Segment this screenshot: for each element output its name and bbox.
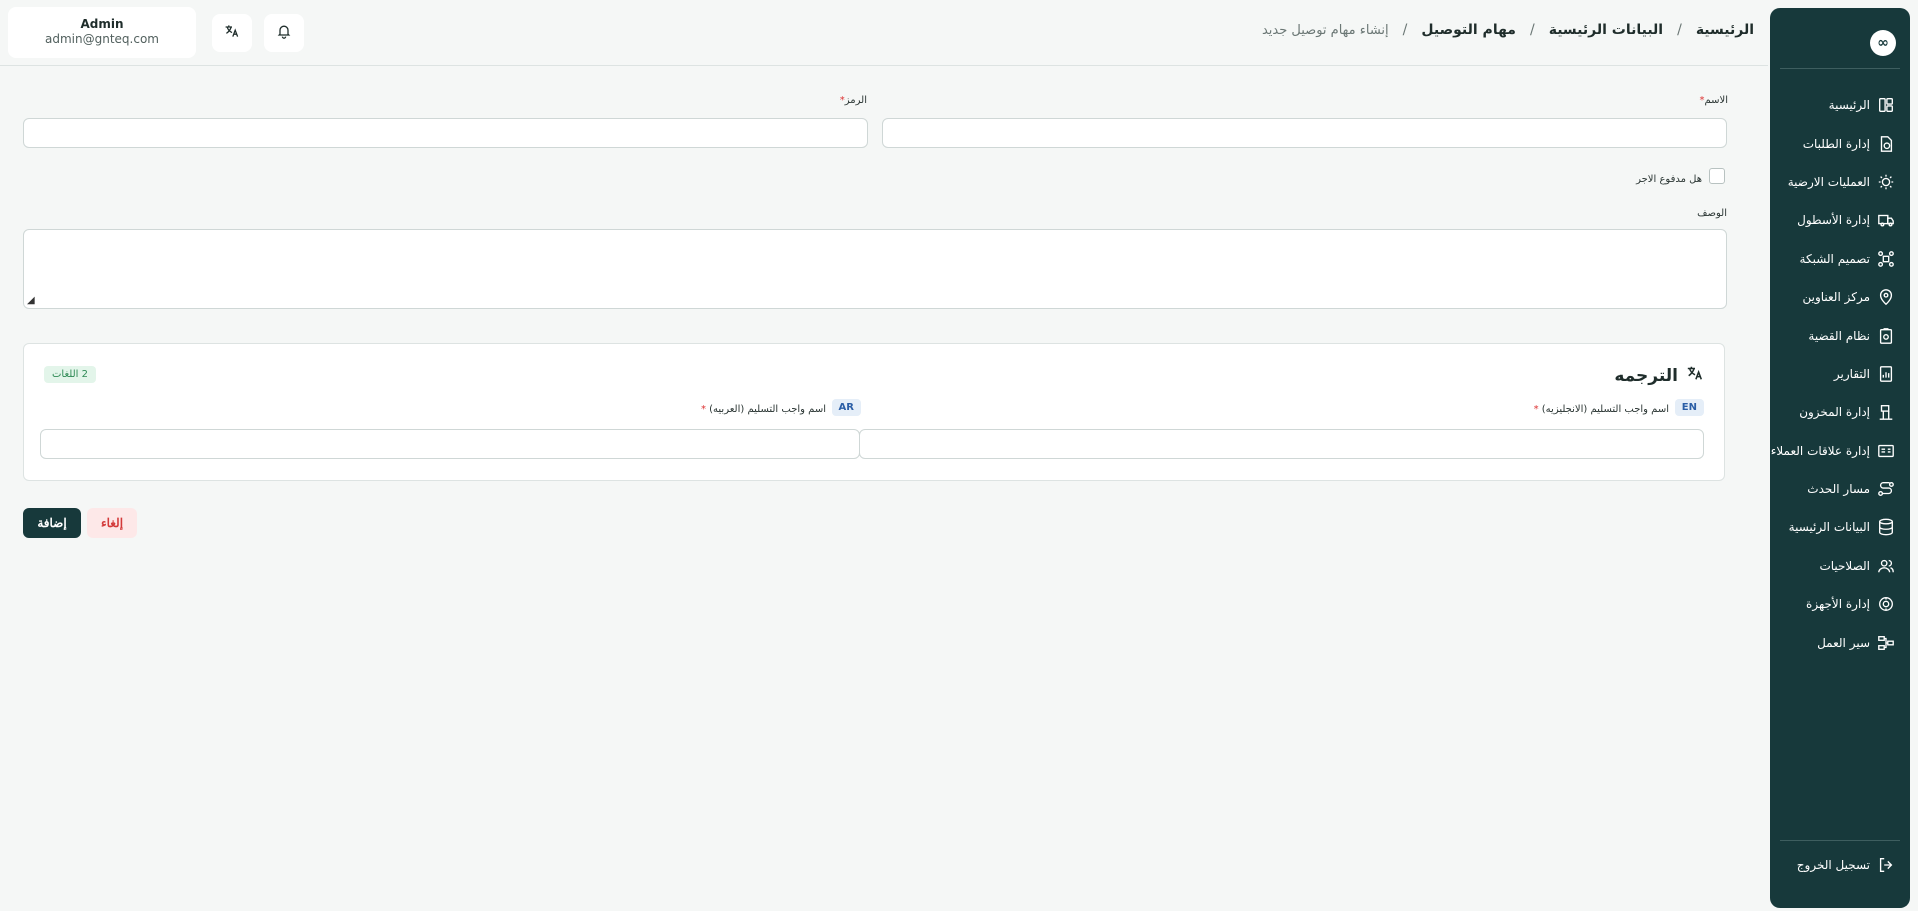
sidebar-item-label: إدارة المخزون [1799,405,1870,420]
is-paid-label: هل مدفوع الاجر [1636,174,1702,185]
translate-icon [1686,364,1704,387]
sidebar-item-label: الصلاحيات [1819,558,1870,573]
add-button[interactable]: إضافة [23,508,81,538]
case-icon [1876,326,1896,346]
breadcrumb-separator: / [1529,22,1535,38]
sidebar-item-master-data[interactable]: البيانات الرئيسية [1770,508,1910,546]
sidebar-item-orders[interactable]: إدارة الطلبات [1770,124,1910,162]
breadcrumb-separator: / [1402,22,1408,38]
truck-icon [1876,210,1896,230]
language-button[interactable] [212,14,252,52]
sidebar-nav: الرئيسية إدارة الطلبات العمليات الارضية … [1770,86,1910,662]
breadcrumb-current: إنشاء مهام توصيل جديد [1261,22,1389,38]
languages-count-badge: 2 اللغات [44,366,96,383]
is-paid-checkbox[interactable] [1709,168,1725,184]
users-icon [1876,556,1896,576]
translate-icon [224,23,240,43]
sidebar-item-label: سير العمل [1817,635,1870,650]
sidebar-item-network[interactable]: تصميم الشبكة [1770,240,1910,278]
sidebar-item-event-route[interactable]: مسار الحدث [1770,470,1910,508]
app-logo[interactable]: ∞ [1870,30,1896,56]
translation-title-text: الترجمه [1614,365,1678,386]
breadcrumb-delivery-tasks[interactable]: مهام التوصيل [1421,22,1516,38]
user-menu[interactable]: Admin admin@gnteq.com [8,7,196,58]
route-icon [1876,479,1896,499]
translation-card: الترجمه 2 اللغات EN اسم واجب التسليم (ال… [23,343,1725,481]
description-textarea[interactable]: ◢ [23,229,1727,309]
reports-icon [1876,364,1896,384]
sidebar-item-label: العمليات الارضية [1787,174,1870,189]
workflow-icon [1876,633,1896,653]
lang-badge-ar: AR [831,399,861,416]
ar-name-input[interactable] [40,429,860,459]
sidebar-item-inventory[interactable]: إدارة المخزون [1770,393,1910,431]
en-name-label: اسم واجب التسليم (الانجليزيه) * [1533,404,1669,415]
breadcrumb: الرئيسية / البيانات الرئيسية / مهام التو… [1262,22,1754,38]
logout-label: تسجيل الخروج [1796,857,1870,872]
sidebar-item-label: مسار الحدث [1807,482,1870,497]
sidebar-item-label: إدارة الطلبات [1802,136,1870,151]
breadcrumb-home[interactable]: الرئيسية [1696,22,1754,38]
sidebar-item-label: البيانات الرئيسية [1788,520,1870,535]
name-input[interactable] [882,118,1727,148]
sidebar-item-label: إدارة علاقات العملاء [1770,443,1870,458]
ground-ops-icon [1876,172,1896,192]
sidebar-item-permissions[interactable]: الصلاحيات [1770,547,1910,585]
sidebar-item-reports[interactable]: التقارير [1770,355,1910,393]
sidebar-item-label: تصميم الشبكة [1799,251,1870,266]
sidebar-item-ground-ops[interactable]: العمليات الارضية [1770,163,1910,201]
sidebar: ∞ الرئيسية إدارة الطلبات العمليات الارضي… [1770,8,1910,908]
translation-title: الترجمه [1614,364,1704,387]
sidebar-item-crm[interactable]: إدارة علاقات العملاء [1770,432,1910,470]
dashboard-icon [1876,95,1896,115]
sidebar-item-workflow[interactable]: سير العمل [1770,623,1910,661]
devices-icon [1876,594,1896,614]
sidebar-item-fleet[interactable]: إدارة الأسطول [1770,201,1910,239]
en-name-input[interactable] [859,429,1704,459]
network-icon [1876,249,1896,269]
sidebar-item-label: الرئيسية [1828,98,1870,113]
notifications-button[interactable] [264,14,304,52]
ar-name-label: اسم واجب التسليم (العربيه) * [700,404,826,415]
bell-icon [276,23,292,43]
code-label: الرمز* [839,95,867,106]
logout-icon [1876,855,1896,875]
name-label: الاسم* [1699,95,1728,106]
cancel-button[interactable]: إلغاء [87,508,137,538]
sidebar-item-label: مركز العناوين [1802,290,1870,305]
breadcrumb-separator: / [1677,22,1682,38]
sidebar-item-cases[interactable]: نظام القضية [1770,316,1910,354]
user-email: admin@gnteq.com [45,32,159,46]
crm-icon [1876,441,1896,461]
location-icon [1876,287,1896,307]
sidebar-item-home[interactable]: الرئيسية [1770,86,1910,124]
resize-handle-icon[interactable]: ◢ [27,295,35,306]
sidebar-divider-bottom [1780,840,1900,841]
logout-button[interactable]: تسجيل الخروج [1770,846,1910,884]
sidebar-item-addresses[interactable]: مركز العناوين [1770,278,1910,316]
top-header: الرئيسية / البيانات الرئيسية / مهام التو… [0,0,1768,66]
orders-icon [1876,134,1896,154]
code-input[interactable] [23,118,868,148]
lang-badge-en: EN [1674,399,1704,416]
inventory-icon [1876,402,1896,422]
sidebar-item-label: نظام القضية [1808,328,1870,343]
sidebar-divider-top [1780,68,1900,69]
sidebar-item-label: إدارة الأجهزة [1806,597,1870,612]
breadcrumb-master-data[interactable]: البيانات الرئيسية [1549,22,1663,38]
sidebar-item-label: إدارة الأسطول [1797,213,1870,228]
sidebar-item-devices[interactable]: إدارة الأجهزة [1770,585,1910,623]
description-label: الوصف [1697,208,1727,219]
sidebar-item-label: التقارير [1833,366,1870,381]
database-icon [1876,517,1896,537]
user-name: Admin [80,17,124,31]
